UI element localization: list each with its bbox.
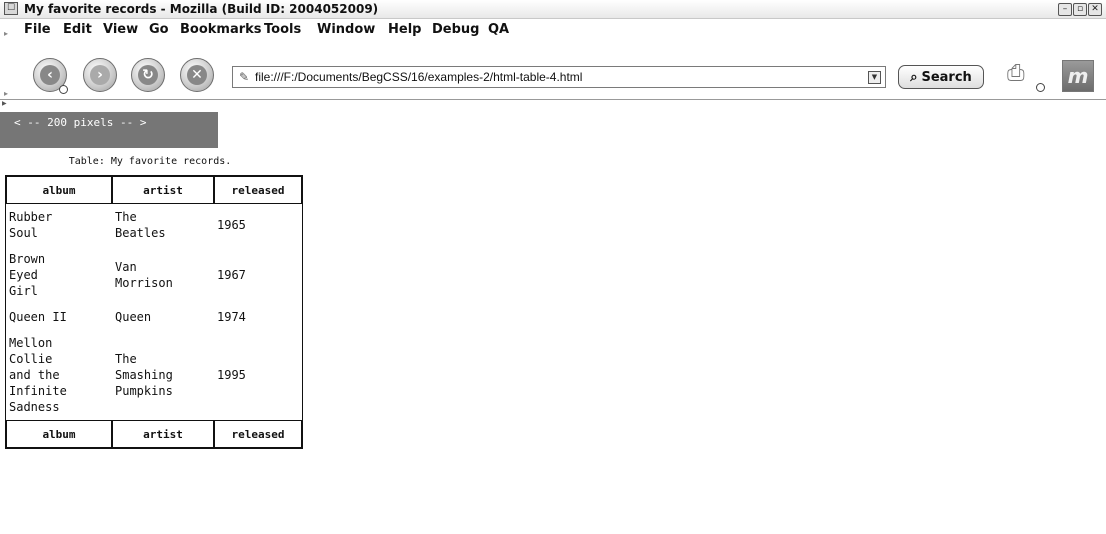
menu-help[interactable]: Help — [388, 22, 421, 37]
back-dropdown-icon[interactable] — [59, 85, 68, 94]
toolbar-grip-icon[interactable]: ▸ — [4, 89, 9, 98]
maximize-icon[interactable]: ▫ — [1073, 3, 1087, 16]
print-icon[interactable]: ⎙ — [1007, 61, 1035, 87]
cell-artist: The Beatles — [115, 210, 166, 240]
cell-album: Rubber Soul — [9, 210, 53, 240]
footer-artist: artist — [112, 420, 214, 448]
url-text[interactable]: file:///F:/Documents/BegCSS/16/examples-… — [255, 70, 582, 84]
toolbar-separator: ▶ — [0, 99, 1106, 107]
cell-album: Mellon Collie and the Infinite Sadness — [9, 336, 67, 414]
cell-artist: Van Morrison — [115, 260, 173, 290]
minimize-icon[interactable]: – — [1058, 3, 1072, 16]
menu-qa[interactable]: QA — [488, 22, 509, 37]
cell-album: Queen II — [9, 310, 67, 324]
header-released: released — [214, 176, 302, 204]
table-row: Mellon Collie and the Infinite Sadness T… — [6, 330, 302, 420]
menu-bookmarks[interactable]: Bookmarks — [180, 22, 262, 37]
navigation-toolbar: ▸ ‹ › ↻ ✕ ✎ file:///F:/Documents/BegCSS/… — [0, 55, 1106, 99]
search-icon: ⌕ — [910, 69, 918, 85]
cell-released: 1965 — [217, 218, 246, 232]
footer-released: released — [214, 420, 302, 448]
cell-released: 1974 — [217, 310, 246, 324]
page-proxy-icon[interactable]: ✎ — [239, 70, 249, 84]
close-icon[interactable]: ✕ — [1088, 3, 1102, 16]
menu-window[interactable]: Window — [317, 22, 375, 37]
forward-button[interactable]: › — [83, 58, 117, 92]
menu-file[interactable]: File — [24, 22, 51, 37]
back-arrow-icon: ‹ — [40, 65, 60, 85]
footer-album: album — [6, 420, 112, 448]
cell-artist: Queen — [115, 310, 152, 324]
pixel-ruler-label: < -- 200 pixels -- > — [14, 116, 147, 129]
search-label: Search — [921, 69, 972, 85]
cell-released: 1967 — [217, 268, 246, 282]
table-row: Rubber Soul The Beatles 1965 — [6, 204, 302, 246]
records-table: album artist released Rubber Soul The Be… — [5, 175, 303, 449]
menu-edit[interactable]: Edit — [63, 22, 92, 37]
window-title: My favorite records - Mozilla (Build ID:… — [24, 2, 379, 16]
menu-view[interactable]: View — [103, 22, 138, 37]
cell-album: Brown Eyed Girl — [9, 252, 46, 298]
history-dropdown-icon[interactable]: ▼ — [868, 71, 881, 84]
forward-arrow-icon: › — [90, 65, 110, 85]
menu-bar: ▸ File Edit View Go Bookmarks Tools Wind… — [0, 19, 1106, 41]
collapse-arrow-icon[interactable]: ▶ — [2, 100, 7, 107]
stop-icon: ✕ — [187, 65, 207, 85]
menu-go[interactable]: Go — [149, 22, 169, 37]
pixel-ruler: < -- 200 pixels -- > — [0, 112, 218, 148]
table-row: Brown Eyed Girl Van Morrison 1967 — [6, 246, 302, 304]
title-bar: ☐ My favorite records - Mozilla (Build I… — [0, 0, 1106, 19]
table-row: Queen II Queen 1974 — [6, 304, 302, 330]
menu-tools[interactable]: Tools — [264, 22, 301, 37]
header-artist: artist — [112, 176, 214, 204]
page-content: < -- 200 pixels -- > Table: My favorite … — [0, 112, 1106, 534]
mozilla-logo[interactable]: m — [1062, 60, 1094, 92]
menubar-grip-icon[interactable]: ▸ — [4, 29, 9, 38]
reload-icon: ↻ — [138, 65, 158, 85]
header-album: album — [6, 176, 112, 204]
print-dropdown-icon[interactable] — [1036, 83, 1045, 92]
cell-artist: The Smashing Pumpkins — [115, 352, 173, 398]
search-button[interactable]: ⌕ Search — [898, 65, 984, 89]
table-caption: Table: My favorite records. — [68, 156, 232, 167]
reload-button[interactable]: ↻ — [131, 58, 165, 92]
menu-debug[interactable]: Debug — [432, 22, 479, 37]
app-icon[interactable]: ☐ — [4, 2, 18, 15]
location-field[interactable]: ✎ file:///F:/Documents/BegCSS/16/example… — [232, 66, 886, 88]
window-controls: – ▫ ✕ — [1058, 3, 1102, 16]
stop-button[interactable]: ✕ — [180, 58, 214, 92]
cell-released: 1995 — [217, 368, 246, 382]
